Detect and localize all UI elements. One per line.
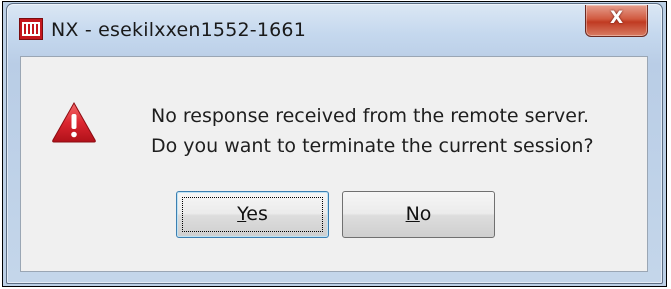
- dialog-window: NX - esekilxxen1552-1661 X No response r…: [6, 3, 663, 284]
- nx-app-icon: [19, 18, 43, 40]
- yes-button-label: Yes: [237, 203, 268, 225]
- no-button[interactable]: No: [342, 191, 495, 238]
- close-icon: X: [609, 8, 624, 28]
- no-label-rest: o: [419, 203, 432, 225]
- yes-label-rest: es: [246, 203, 268, 225]
- no-mnemonic: N: [405, 203, 420, 225]
- yes-mnemonic: Y: [237, 203, 247, 225]
- close-button[interactable]: X: [585, 5, 648, 37]
- message-line-2: Do you want to terminate the current ses…: [151, 135, 594, 157]
- warning-icon: [52, 101, 96, 143]
- no-button-label: No: [406, 203, 432, 225]
- dialog-body: No response received from the remote ser…: [20, 56, 648, 272]
- message-line-1: No response received from the remote ser…: [151, 105, 590, 127]
- window-title: NX - esekilxxen1552-1661: [51, 19, 307, 41]
- yes-button[interactable]: Yes: [176, 191, 329, 238]
- message-text: No response received from the remote ser…: [151, 101, 646, 161]
- title-bar[interactable]: NX - esekilxxen1552-1661 X: [7, 4, 662, 56]
